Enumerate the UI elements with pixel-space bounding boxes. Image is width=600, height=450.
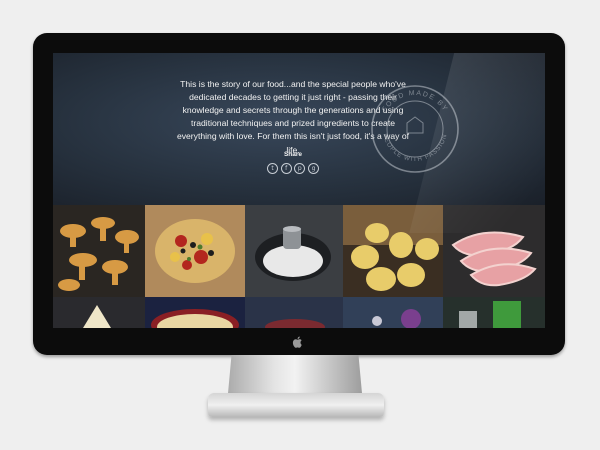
monitor: This is the story of our food...and the …	[33, 33, 565, 355]
photo-mushrooms[interactable]	[53, 205, 145, 297]
photo-salt-bowl[interactable]	[245, 205, 343, 297]
stamp-bottom-text: PEOPLE WITH PASSION	[381, 133, 447, 163]
hero-section: This is the story of our food...and the …	[53, 53, 545, 205]
facebook-icon[interactable]: f	[280, 163, 292, 174]
photo-cheese[interactable]	[53, 297, 145, 328]
apple-logo-icon	[292, 336, 302, 348]
photo-flowers[interactable]	[343, 297, 443, 328]
twitter-icon[interactable]: t	[267, 163, 278, 174]
photo-dark-food[interactable]	[245, 297, 343, 328]
monitor-stand-base	[208, 393, 384, 417]
pinterest-icon[interactable]: p	[294, 163, 306, 174]
screen: This is the story of our food...and the …	[53, 53, 545, 328]
photo-ham-slices[interactable]	[443, 205, 545, 297]
share-label: Share	[283, 151, 303, 158]
svg-text:PEOPLE WITH PASSION: PEOPLE WITH PASSION	[381, 133, 448, 163]
stamp-logo: FOOD MADE BY PEOPLE WITH PASSION	[371, 85, 459, 173]
photo-grid	[53, 205, 545, 328]
photo-potatoes[interactable]	[343, 205, 443, 297]
share-icons: t f p g	[267, 163, 319, 175]
photo-green-bottle[interactable]	[443, 297, 545, 328]
photo-baked-vegetables[interactable]	[145, 205, 245, 297]
google-plus-icon[interactable]: g	[307, 163, 319, 174]
photo-tart[interactable]	[145, 297, 245, 328]
